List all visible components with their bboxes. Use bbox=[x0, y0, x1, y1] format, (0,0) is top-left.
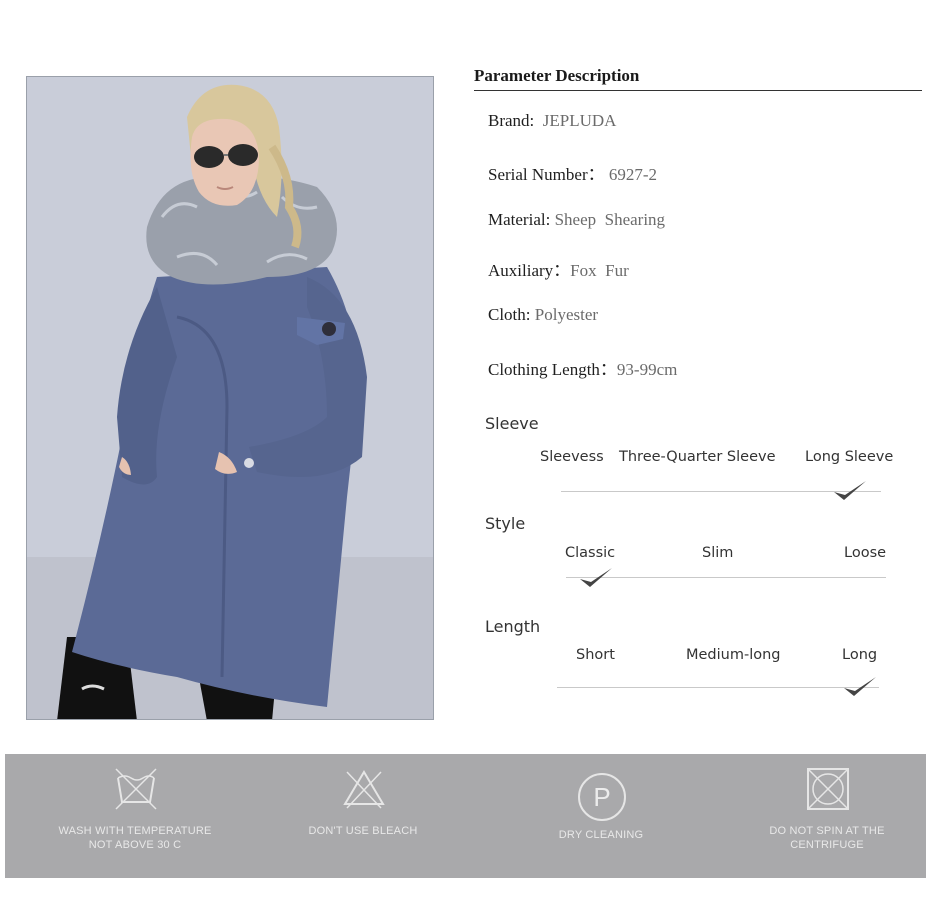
care-item-wash: WASH WITH TEMPERATURE NOT ABOVE 30 C bbox=[25, 754, 245, 878]
param-clothing-length: Clothing Length：93-99cm bbox=[488, 360, 678, 379]
param-serial-number: Serial Number： 6927-2 bbox=[488, 165, 658, 184]
style-option-slim: Slim bbox=[702, 545, 734, 561]
param-material-value: Sheep Shearing bbox=[554, 210, 666, 229]
care-item-no-bleach: DON'T USE BLEACH bbox=[253, 754, 473, 878]
param-brand-value: JEPLUDA bbox=[542, 111, 617, 130]
care-label-no-spin: DO NOT SPIN AT THE CENTRIFUGE bbox=[769, 825, 885, 851]
param-brand: Brand: JEPLUDA bbox=[488, 111, 617, 130]
care-instructions-band: WASH WITH TEMPERATURE NOT ABOVE 30 C DON… bbox=[5, 754, 926, 878]
care-label-no-bleach: DON'T USE BLEACH bbox=[308, 825, 418, 837]
param-cloth: Cloth: Polyester bbox=[488, 305, 599, 324]
param-auxiliary-value: Fox Fur bbox=[570, 261, 629, 280]
care-label-wash: WASH WITH TEMPERATURE NOT ABOVE 30 C bbox=[58, 825, 212, 851]
length-option-medium-long: Medium-long bbox=[686, 647, 781, 663]
parameter-title: Parameter Description bbox=[474, 66, 640, 85]
sleeve-check-icon bbox=[834, 481, 866, 500]
title-divider bbox=[474, 90, 922, 91]
param-serial-value: 6927-2 bbox=[608, 165, 658, 184]
style-option-classic: Classic bbox=[565, 545, 616, 561]
style-option-loose: Loose bbox=[844, 545, 887, 561]
style-scale-line bbox=[566, 577, 886, 578]
care-item-no-spin: DO NOT SPIN AT THE CENTRIFUGE bbox=[717, 754, 930, 878]
length-scale-line bbox=[557, 687, 879, 688]
care-item-dry-clean: P DRY CLEANING bbox=[491, 754, 711, 878]
no-tumble-dry-icon bbox=[807, 768, 849, 810]
product-photo bbox=[26, 76, 434, 720]
sleeve-option-three-quarter: Three-Quarter Sleeve bbox=[619, 449, 776, 465]
length-option-short: Short bbox=[576, 647, 615, 663]
care-label-dry-clean: DRY CLEANING bbox=[558, 829, 644, 841]
param-length-value: 93-99cm bbox=[616, 360, 678, 379]
param-material: Material: Sheep Shearing bbox=[488, 210, 666, 229]
wash-icon bbox=[115, 768, 157, 810]
length-title: Length bbox=[485, 617, 541, 636]
style-check-icon bbox=[580, 568, 612, 587]
sleeve-option-long: Long Sleeve bbox=[805, 449, 894, 465]
model-wearing-coat-illustration bbox=[27, 77, 433, 719]
sleeve-title: Sleeve bbox=[485, 414, 539, 433]
no-bleach-icon bbox=[343, 770, 385, 809]
sleeve-option-sleeveless: Sleevess bbox=[540, 449, 604, 465]
style-title: Style bbox=[485, 514, 526, 533]
param-auxiliary: Auxiliary：Fox Fur bbox=[488, 261, 629, 280]
param-cloth-value: Polyester bbox=[534, 305, 599, 324]
length-option-long: Long bbox=[842, 647, 878, 663]
length-check-icon bbox=[844, 677, 876, 696]
dry-clean-glyph: P bbox=[593, 782, 611, 812]
